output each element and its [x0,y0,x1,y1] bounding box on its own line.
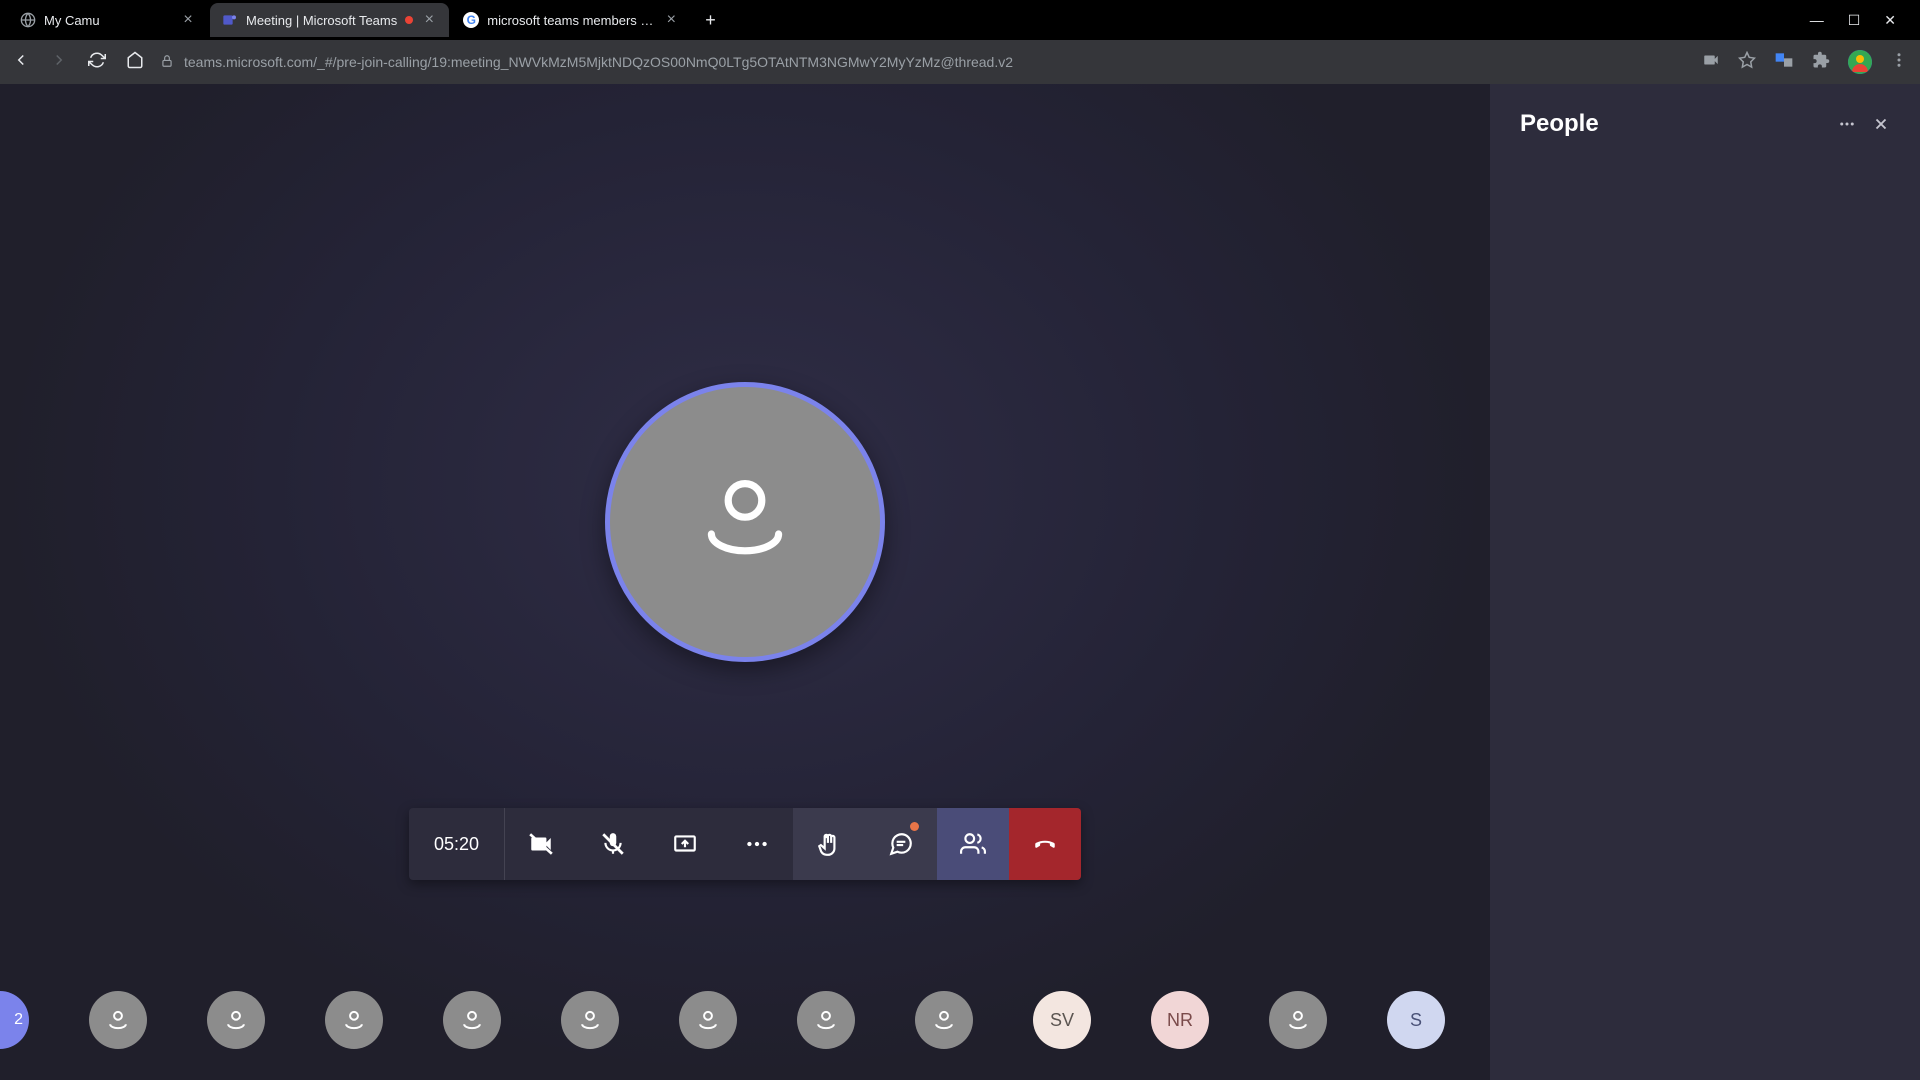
tab-title: microsoft teams members not sh [487,13,655,28]
browser-menu-icon[interactable] [1890,51,1908,74]
camera-toggle-button[interactable] [505,808,577,880]
participant-avatar[interactable] [797,991,855,1049]
hangup-button[interactable] [1009,808,1081,880]
participant-avatar-initials[interactable]: NR [1151,991,1209,1049]
toolbar-right [1702,50,1908,75]
participant-overflow[interactable]: 2 [0,991,29,1049]
home-button[interactable] [126,51,144,74]
participant-avatar[interactable] [915,991,973,1049]
translate-icon[interactable] [1774,50,1794,75]
share-screen-button[interactable] [649,808,721,880]
panel-header: People [1490,84,1920,164]
tab-close-icon[interactable]: × [663,12,679,28]
teams-icon [222,12,238,28]
url-text: teams.microsoft.com/_#/pre-join-calling/… [184,54,1013,70]
browser-chrome: My Camu × Meeting | Microsoft Teams × G … [0,0,1920,84]
participant-avatar[interactable] [325,991,383,1049]
tab-title: Meeting | Microsoft Teams [246,13,397,28]
participant-avatar[interactable] [207,991,265,1049]
participant-strip: 2 SV NR S [0,960,1490,1080]
back-button[interactable] [12,51,30,74]
extensions-icon[interactable] [1812,51,1830,74]
participant-avatar[interactable] [561,991,619,1049]
participant-avatar-initials[interactable]: SV [1033,991,1091,1049]
browser-tab-active[interactable]: Meeting | Microsoft Teams × [210,3,449,37]
participant-avatar[interactable] [1269,991,1327,1049]
tab-close-icon[interactable]: × [180,12,196,28]
panel-close-icon[interactable] [1872,115,1890,133]
panel-more-icon[interactable] [1838,115,1856,133]
lock-icon [160,54,174,71]
meeting-stage: 05:20 [0,84,1490,1080]
nav-icons [12,51,144,74]
recording-indicator-icon [405,16,413,24]
window-controls: — ☐ ✕ [1810,12,1912,29]
globe-icon [20,12,36,28]
address-bar: teams.microsoft.com/_#/pre-join-calling/… [0,40,1920,84]
reload-button[interactable] [88,51,106,74]
new-tab-button[interactable]: + [693,10,728,31]
profile-avatar[interactable] [1848,50,1872,74]
google-icon: G [463,12,479,28]
camera-indicator-icon[interactable] [1702,51,1720,74]
tab-title: My Camu [44,13,172,28]
meeting-control-bar: 05:20 [409,808,1081,880]
chat-button[interactable] [865,808,937,880]
url-box[interactable]: teams.microsoft.com/_#/pre-join-calling/… [160,54,1686,71]
more-actions-button[interactable] [721,808,793,880]
panel-title: People [1520,110,1822,138]
minimize-button[interactable]: — [1810,12,1824,29]
tab-strip: My Camu × Meeting | Microsoft Teams × G … [0,0,1920,40]
tab-close-icon[interactable]: × [421,12,437,28]
mic-toggle-button[interactable] [577,808,649,880]
meeting-timer: 05:20 [409,808,505,880]
maximize-button[interactable]: ☐ [1848,12,1861,29]
bookmark-star-icon[interactable] [1738,51,1756,74]
people-panel: People [1490,84,1920,1080]
active-speaker-avatar [605,382,885,662]
notification-dot-icon [910,822,919,831]
participant-avatar[interactable] [679,991,737,1049]
people-button[interactable] [937,808,1009,880]
close-window-button[interactable]: ✕ [1884,12,1896,29]
participant-avatar-initials[interactable]: S [1387,991,1445,1049]
forward-button[interactable] [50,51,68,74]
participant-avatar[interactable] [443,991,501,1049]
browser-tab[interactable]: G microsoft teams members not sh × [451,3,691,37]
browser-tab[interactable]: My Camu × [8,3,208,37]
raise-hand-button[interactable] [793,808,865,880]
teams-app: 05:20 [0,84,1920,1080]
participant-avatar[interactable] [89,991,147,1049]
